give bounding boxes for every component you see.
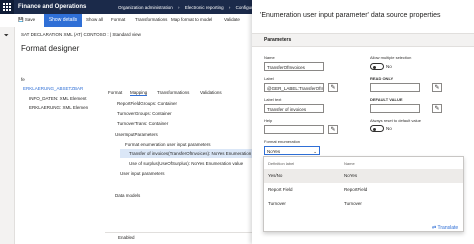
save-icon: 💾 — [18, 17, 24, 22]
transformations-menu[interactable]: Transformations — [135, 17, 167, 22]
pencil-icon: ✎ — [330, 85, 336, 91]
default-value-label: DEFAULT VALUE — [370, 97, 403, 102]
pencil-icon: ✎ — [330, 127, 336, 133]
help-label: Help — [264, 118, 273, 123]
label-text-label: Label text — [264, 97, 282, 102]
breadcrumb-separator: › — [228, 4, 231, 10]
always-reset-value: No — [386, 126, 392, 131]
name-field[interactable]: TransferOfInvoices — [264, 62, 324, 71]
format-enumeration-list: Definition label Name Yes/No NoYes Repor… — [263, 156, 464, 232]
list-item[interactable]: Turnover Turnover — [264, 197, 463, 211]
label-text-field[interactable]: Transfer of invoices — [264, 104, 324, 113]
map-format-to-model-button[interactable]: Map format to model — [171, 17, 212, 22]
list-item-name: Turnover — [344, 201, 362, 206]
filter-icon[interactable]: ⏷ — [4, 33, 9, 40]
tree-node[interactable]: Use of surplus(UseOfSurplus): NoYes Enum… — [129, 161, 243, 166]
column-header-definition-label: Definition label — [268, 161, 295, 166]
name-label: Name — [264, 55, 275, 60]
tab-format[interactable]: Format — [108, 90, 122, 95]
validate-button[interactable]: Validate — [224, 17, 240, 22]
default-value-edit-button[interactable]: ✎ — [432, 104, 442, 113]
pencil-icon: ✎ — [434, 106, 440, 112]
list-item[interactable]: Yes/No NoYes — [264, 169, 463, 183]
chevron-down-icon: ⌄ — [313, 149, 317, 154]
left-tree-item[interactable]: ERKLAERUNG_ABSETZBAR — [23, 86, 83, 91]
tree-node[interactable]: TurnoverTrans: Container — [117, 121, 168, 126]
status-text: Enabled — [118, 235, 135, 240]
app-title[interactable]: Finance and Operations — [18, 4, 86, 10]
read-only-edit-button[interactable]: ✎ — [432, 83, 442, 92]
tree-node[interactable]: TurnoverGroups: Container — [117, 111, 172, 116]
tree-node-selected[interactable]: Transfer of invoices(TransferOfInvoices)… — [129, 151, 261, 156]
left-nav-rail: ⏷ — [0, 27, 15, 244]
left-label: fe — [21, 77, 25, 82]
tab-validations[interactable]: Validations — [200, 90, 222, 95]
list-item-name: NoYes — [344, 173, 358, 178]
format-enumeration-dropdown[interactable]: NoYes ⌄ — [264, 146, 320, 155]
format-designer: SAT DECLARATION XML (AT) CONTOSO : | Sta… — [15, 27, 261, 244]
list-item-label: Report Field — [268, 187, 293, 192]
show-all-button[interactable]: Show all — [86, 17, 103, 22]
help-field[interactable] — [264, 125, 324, 134]
tree-node[interactable]: UserInputParameters — [115, 132, 158, 137]
list-item-name: ReportField — [344, 187, 368, 192]
allow-multiple-toggle[interactable] — [370, 63, 384, 70]
tree-node[interactable]: ReportFieldGroups: Container — [117, 101, 177, 106]
translate-label: Translate — [437, 225, 459, 231]
tree-node[interactable]: Data models — [115, 193, 140, 198]
breadcrumb: Organization administration › Electronic… — [118, 5, 269, 10]
translate-icon: ⇄ — [432, 225, 437, 231]
record-breadcrumb: SAT DECLARATION XML (AT) CONTOSO : | Sta… — [21, 32, 141, 37]
save-label: Save — [24, 17, 36, 22]
parameters-section-label: Parameters — [264, 37, 292, 43]
enum-label: Format enumeration — [264, 139, 301, 144]
read-only-field[interactable] — [370, 83, 420, 92]
list-item[interactable]: Report Field ReportField — [264, 183, 463, 197]
save-button[interactable]: 💾 Save — [18, 17, 35, 23]
list-item-label: Turnover — [268, 201, 286, 206]
column-header-name: Name — [344, 161, 355, 166]
pencil-icon: ✎ — [434, 85, 440, 91]
show-details-button[interactable]: Show details — [44, 14, 82, 27]
app-launcher-icon[interactable] — [0, 0, 14, 14]
allow-multiple-label: Allow multiple selection — [370, 55, 412, 60]
tab-mapping[interactable]: Mapping — [130, 90, 148, 96]
format-enumeration-value: NoYes — [267, 149, 281, 154]
label-edit-button[interactable]: ✎ — [328, 83, 338, 92]
tab-transformations[interactable]: Transformations — [157, 90, 189, 95]
divider — [105, 232, 252, 233]
left-tree-item[interactable]: ERKLAERUNG: XML Elemen — [29, 105, 88, 110]
label-field[interactable]: @GER_LABEL:TransferOfInvoices — [264, 83, 324, 92]
read-only-label: READ ONLY — [370, 76, 394, 81]
always-reset-toggle[interactable] — [370, 125, 384, 132]
page-title: Format designer — [21, 44, 80, 53]
panel-title: 'Enumeration user input parameter' data … — [260, 12, 441, 19]
breadcrumb-item[interactable]: Organization administration — [118, 5, 173, 10]
breadcrumb-separator: › — [178, 4, 180, 10]
default-value-field[interactable] — [370, 104, 420, 113]
tree-node[interactable]: Format enumeration user input parameters — [125, 142, 211, 147]
breadcrumb-item[interactable]: Electronic reporting — [185, 5, 224, 10]
help-edit-button[interactable]: ✎ — [328, 125, 338, 134]
left-tree-item[interactable]: INFO_DATEN: XML Element — [29, 96, 87, 101]
allow-multiple-value: No — [386, 64, 392, 69]
list-item-label: Yes/No — [268, 173, 283, 178]
always-reset-label: Always reset to default value — [370, 118, 421, 123]
label-label: Label — [264, 76, 274, 81]
tree-node[interactable]: User input parameters — [120, 171, 165, 176]
format-menu[interactable]: Format — [111, 17, 125, 22]
translate-button[interactable]: ⇄ Translate — [432, 225, 458, 231]
parameters-section-header[interactable]: Parameters — [252, 33, 474, 47]
